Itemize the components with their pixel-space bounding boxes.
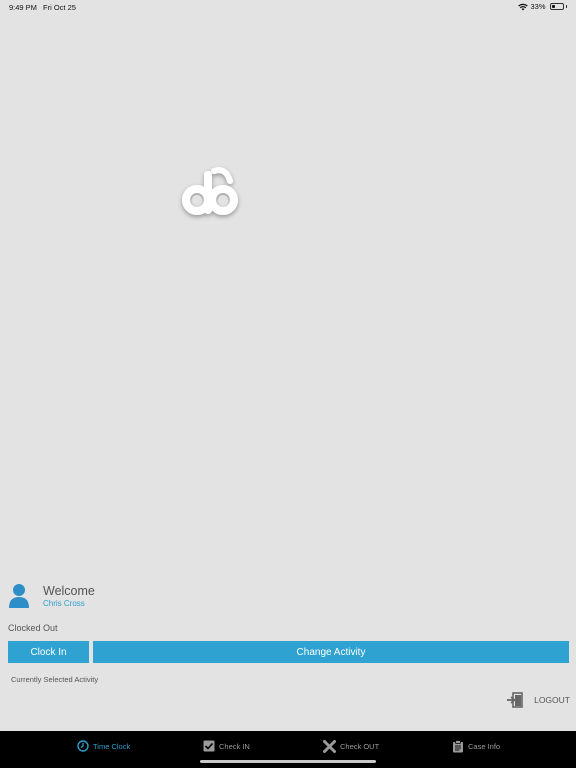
battery-icon xyxy=(549,3,564,10)
tab-case-info[interactable]: Case Info xyxy=(452,739,500,753)
tab-check-out[interactable]: Check OUT xyxy=(323,739,379,753)
clock-status-label: Clocked Out xyxy=(8,623,58,633)
clipboard-icon xyxy=(453,739,463,752)
welcome-block: Welcome Chris Cross xyxy=(8,583,308,611)
tab-label: Time Clock xyxy=(93,741,131,751)
logout-icon xyxy=(507,692,523,708)
checkbox-icon xyxy=(203,740,215,752)
battery-percent: 33% xyxy=(530,2,546,11)
status-indicators: 33% xyxy=(518,2,567,11)
clock-icon xyxy=(77,740,89,752)
x-icon xyxy=(323,739,336,753)
user-name: Chris Cross xyxy=(43,599,85,608)
tab-label: Case Info xyxy=(468,741,501,751)
user-icon xyxy=(9,584,29,608)
change-activity-button[interactable]: Change Activity xyxy=(93,641,569,663)
status-bar: 9:49 PM Fri Oct 25 33% xyxy=(0,0,576,14)
status-time: 9:49 PM xyxy=(9,3,37,12)
tab-time-clock[interactable]: Time Clock xyxy=(77,739,130,753)
logout-button[interactable]: LOGOUT xyxy=(506,692,570,708)
battery-fill xyxy=(551,5,555,8)
battery-tip xyxy=(565,5,567,8)
tab-label: Check OUT xyxy=(340,741,380,751)
clock-in-button[interactable]: Clock In xyxy=(8,641,89,663)
home-indicator xyxy=(200,760,376,763)
tab-label: Check IN xyxy=(219,741,250,751)
welcome-title: Welcome xyxy=(43,584,95,598)
current-activity-label: Currently Selected Activity xyxy=(11,675,99,684)
app-logo xyxy=(182,167,238,215)
logout-label: LOGOUT xyxy=(534,695,570,705)
wifi-icon xyxy=(518,3,529,10)
status-date: Fri Oct 25 xyxy=(43,3,76,12)
tab-check-in[interactable]: Check IN xyxy=(203,739,250,753)
